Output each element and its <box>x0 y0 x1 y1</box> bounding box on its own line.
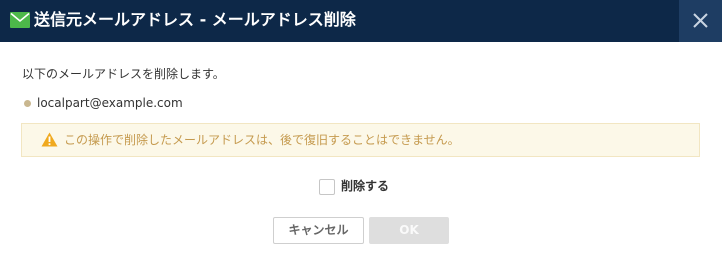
close-button[interactable] <box>679 0 722 42</box>
dialog-titlebar: 送信元メールアドレス - メールアドレス削除 <box>0 0 722 42</box>
warning-alert: この操作で削除したメールアドレスは、後で復旧することはできません。 <box>21 123 700 157</box>
bullet-icon <box>24 100 31 107</box>
confirm-delete-label[interactable]: 削除する <box>341 177 389 194</box>
warning-text: この操作で削除したメールアドレスは、後で復旧することはできません。 <box>64 133 460 147</box>
delete-address-dialog: 送信元メールアドレス - メールアドレス削除 以下のメールアドレスを削除します。… <box>0 0 722 276</box>
dialog-message: 以下のメールアドレスを削除します。 <box>22 67 225 81</box>
ok-button[interactable]: OK <box>369 217 449 244</box>
envelope-icon <box>10 12 30 28</box>
close-icon <box>693 13 708 28</box>
confirm-delete-checkbox[interactable] <box>319 179 335 195</box>
warning-icon <box>41 132 58 151</box>
dialog-title: 送信元メールアドレス - メールアドレス削除 <box>34 10 356 29</box>
email-address: localpart@example.com <box>37 96 183 110</box>
cancel-button[interactable]: キャンセル <box>273 217 364 244</box>
